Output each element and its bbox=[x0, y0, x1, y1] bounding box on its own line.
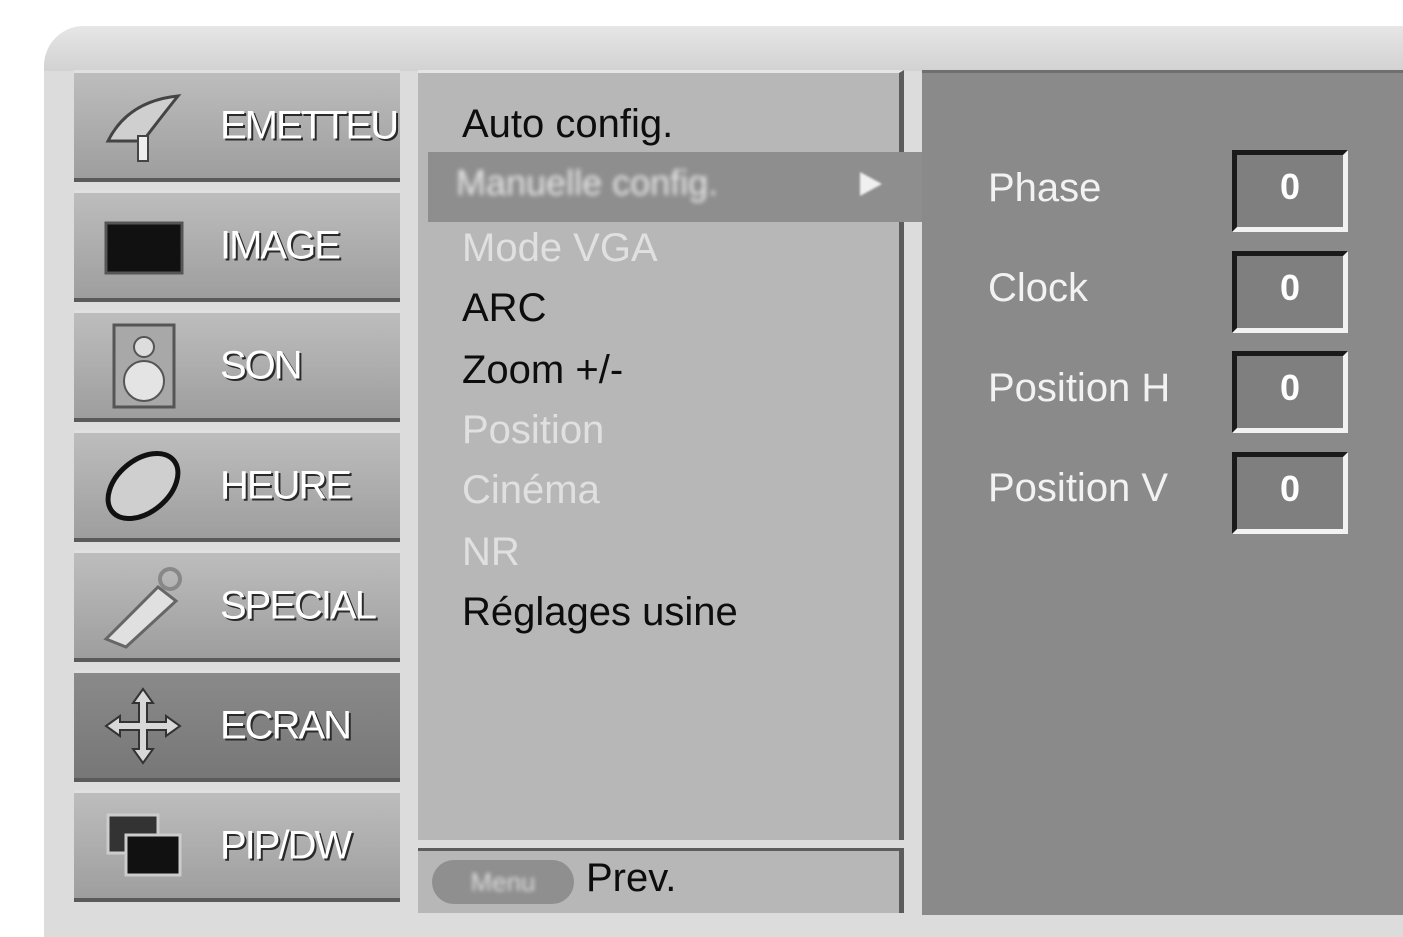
category-column: EMETTEUR IMAGE SON HEURE SPECIAL ECRAN bbox=[74, 70, 400, 915]
position-v-value-box[interactable]: 0 bbox=[1232, 452, 1348, 534]
menu-item-position: Position bbox=[462, 408, 605, 452]
menu-item-zoom[interactable]: Zoom +/- bbox=[462, 348, 623, 393]
param-label-position-h: Position H bbox=[988, 366, 1171, 410]
speaker-icon bbox=[112, 323, 176, 408]
category-label: SPECIAL bbox=[220, 583, 377, 627]
menu-item-arc[interactable]: ARC bbox=[462, 286, 546, 331]
frame-top-bar bbox=[44, 26, 1403, 71]
param-label-clock: Clock bbox=[988, 266, 1089, 310]
menu-item-nr: NR bbox=[462, 530, 520, 574]
category-label: SON bbox=[220, 343, 303, 387]
menu-item-manual-config[interactable]: Manuelle config. bbox=[456, 162, 718, 204]
category-label: IMAGE bbox=[220, 223, 341, 267]
prev-label: Prev. bbox=[586, 856, 677, 900]
key-tag-icon bbox=[103, 566, 182, 649]
menu-button-label: Menu bbox=[470, 867, 536, 897]
category-image[interactable]: IMAGE bbox=[74, 190, 400, 302]
category-ecran[interactable]: ECRAN bbox=[74, 670, 400, 782]
clock-value-box[interactable]: 0 bbox=[1232, 251, 1348, 333]
category-heure[interactable]: HEURE bbox=[74, 430, 400, 542]
position-h-value-box[interactable]: 0 bbox=[1232, 351, 1348, 433]
param-label-phase: Phase bbox=[988, 166, 1102, 210]
menu-button[interactable]: Menu bbox=[432, 860, 574, 904]
move-arrows-icon bbox=[104, 686, 182, 765]
pip-windows-icon bbox=[106, 813, 182, 876]
menu-item-cinema: Cinéma bbox=[462, 468, 600, 512]
param-label-position-v: Position V bbox=[988, 466, 1169, 510]
menu-item-factory-reset[interactable]: Réglages usine bbox=[462, 590, 738, 635]
category-label: PIP/DW bbox=[220, 823, 352, 867]
category-pip-dw[interactable]: PIP/DW bbox=[74, 790, 400, 902]
category-emetteur[interactable]: EMETTEUR bbox=[74, 70, 400, 182]
screen-icon bbox=[104, 221, 184, 274]
menu-item-mode-vga: Mode VGA bbox=[462, 226, 658, 270]
category-label: EMETTEUR bbox=[220, 103, 400, 147]
category-label: HEURE bbox=[220, 463, 352, 507]
phase-value-box[interactable]: 0 bbox=[1232, 150, 1348, 232]
clock-icon bbox=[105, 450, 181, 521]
category-son[interactable]: SON bbox=[74, 310, 400, 422]
category-special[interactable]: SPECIAL bbox=[74, 550, 400, 662]
satellite-dish-icon bbox=[105, 93, 182, 162]
category-label: ECRAN bbox=[220, 703, 352, 747]
submenu-arrow-icon bbox=[860, 172, 882, 196]
menu-item-auto-config[interactable]: Auto config. bbox=[462, 102, 673, 147]
